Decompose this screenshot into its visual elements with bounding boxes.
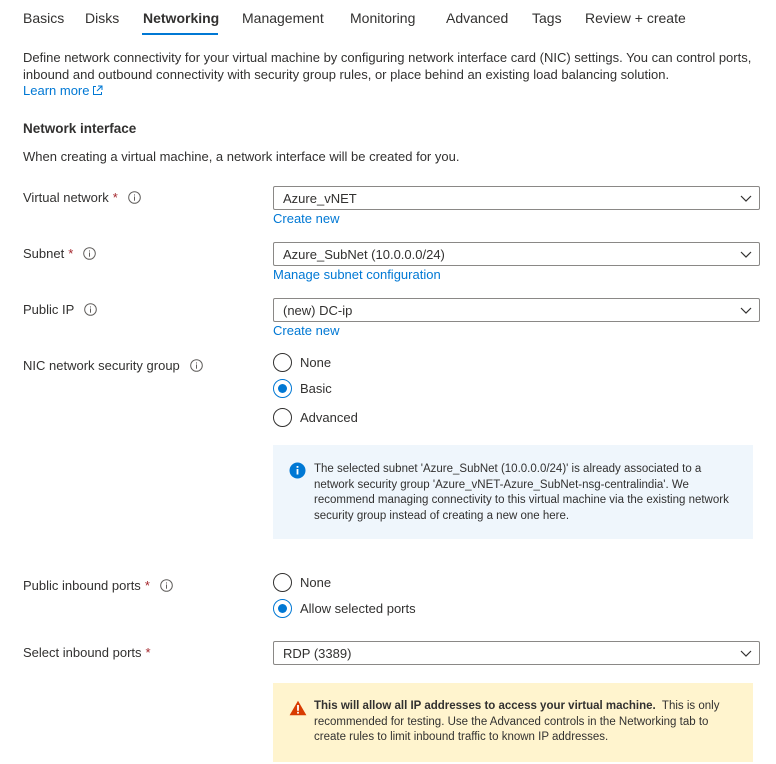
select-inbound-ports-select[interactable]: RDP (3389) — [273, 641, 760, 665]
subnet-value: Azure_SubNet (10.0.0.0/24) — [283, 247, 445, 262]
active-tab-indicator — [142, 33, 218, 35]
subnet-select[interactable]: Azure_SubNet (10.0.0.0/24) — [273, 242, 760, 266]
radio-label: None — [300, 354, 332, 370]
virtual-network-value: Azure_vNET — [283, 191, 357, 206]
learn-more-link[interactable]: Learn more — [23, 83, 103, 98]
public-inbound-ports-label-text: Public inbound ports — [23, 578, 141, 593]
warning-icon — [289, 700, 307, 716]
create-new-vnet-link[interactable]: Create new — [273, 211, 339, 226]
inbound-radio-none[interactable]: None — [273, 572, 331, 592]
chevron-down-icon — [740, 307, 752, 314]
networking-description: Define network connectivity for your vir… — [23, 50, 752, 82]
public-ip-label: Public IP — [23, 302, 98, 317]
radio-label: Allow selected ports — [300, 600, 416, 616]
nsg-radio-advanced[interactable]: Advanced — [273, 407, 358, 427]
inbound-radio-allow-selected[interactable]: Allow selected ports — [273, 598, 416, 618]
public-ip-value: (new) DC-ip — [283, 303, 353, 318]
nsg-info-message: The selected subnet 'Azure_SubNet (10.0.… — [273, 445, 753, 539]
info-icon[interactable] — [84, 303, 98, 316]
chevron-down-icon — [740, 251, 752, 258]
radio-circle — [273, 352, 292, 372]
public-ip-label-text: Public IP — [23, 302, 75, 317]
tab-advanced[interactable]: Advanced — [446, 10, 508, 26]
radio-circle — [273, 378, 292, 398]
required-marker: * — [144, 578, 150, 593]
info-icon[interactable] — [160, 579, 173, 592]
manage-subnet-link[interactable]: Manage subnet configuration — [273, 267, 441, 282]
subnet-label-text: Subnet — [23, 246, 65, 261]
radio-circle — [273, 572, 292, 592]
chevron-down-icon — [740, 195, 752, 202]
required-marker: * — [112, 190, 118, 205]
radio-circle — [273, 407, 292, 427]
virtual-network-select[interactable]: Azure_vNET — [273, 186, 760, 210]
create-new-public-ip-link[interactable]: Create new — [273, 323, 339, 338]
tab-management[interactable]: Management — [242, 10, 324, 26]
info-icon[interactable] — [83, 247, 97, 260]
network-interface-heading: Network interface — [23, 121, 137, 136]
tab-networking[interactable]: Networking — [143, 10, 219, 26]
nsg-radio-none[interactable]: None — [273, 352, 331, 372]
select-inbound-ports-label: Select inbound ports * — [23, 645, 151, 660]
radio-label: Basic — [300, 380, 332, 396]
nsg-label-text: NIC network security group — [23, 358, 180, 373]
select-inbound-ports-value: RDP (3389) — [283, 646, 352, 661]
info-icon — [289, 462, 306, 479]
nsg-info-text: The selected subnet 'Azure_SubNet (10.0.… — [314, 463, 729, 522]
info-icon[interactable] — [128, 191, 141, 204]
select-inbound-ports-label-text: Select inbound ports — [23, 645, 142, 660]
chevron-down-icon — [740, 650, 752, 657]
tab-monitoring[interactable]: Monitoring — [350, 10, 415, 26]
required-marker: * — [145, 645, 151, 660]
subnet-label: Subnet * — [23, 246, 97, 261]
nsg-radio-basic[interactable]: Basic — [273, 378, 332, 398]
info-icon[interactable] — [189, 359, 203, 372]
required-marker: * — [68, 246, 74, 261]
virtual-network-label-text: Virtual network — [23, 190, 109, 205]
tab-bar: Basics Disks Networking Management Monit… — [0, 0, 776, 36]
external-link-icon — [93, 85, 103, 95]
radio-label: None — [300, 574, 332, 590]
radio-circle — [273, 598, 292, 618]
learn-more-label: Learn more — [23, 83, 90, 98]
warning-text: This will allow all IP addresses to acce… — [314, 699, 739, 746]
public-inbound-ports-label: Public inbound ports * — [23, 578, 173, 593]
public-ip-select[interactable]: (new) DC-ip — [273, 298, 760, 322]
tab-basics[interactable]: Basics — [23, 10, 64, 26]
tab-tags[interactable]: Tags — [532, 10, 562, 26]
network-interface-description: When creating a virtual machine, a netwo… — [23, 149, 460, 164]
tab-review-create[interactable]: Review + create — [585, 10, 686, 26]
radio-label: Advanced — [300, 409, 358, 425]
virtual-network-label: Virtual network * — [23, 190, 141, 205]
inbound-ports-warning: This will allow all IP addresses to acce… — [273, 683, 753, 762]
warning-bold-text: This will allow all IP addresses to acce… — [314, 700, 656, 712]
tab-disks[interactable]: Disks — [85, 10, 119, 26]
nsg-label: NIC network security group — [23, 358, 203, 373]
